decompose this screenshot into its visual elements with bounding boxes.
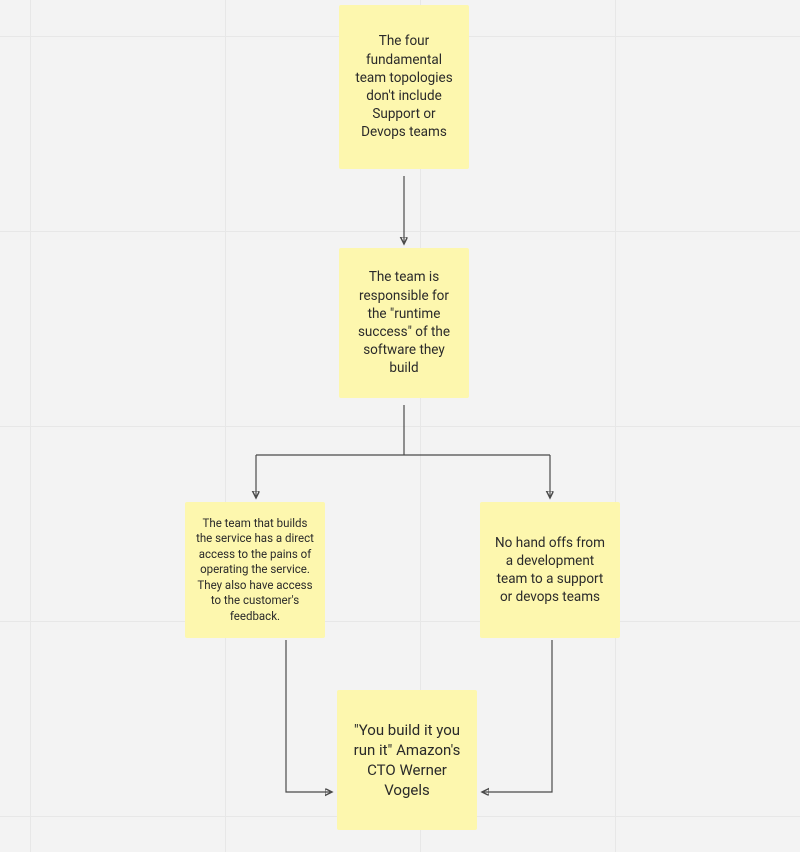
note-text: The four fundamental team topologies don… [349,32,459,141]
connector-c-e [286,640,332,792]
note-text: The team that builds the service has a d… [195,516,315,625]
diagram-canvas[interactable]: The four fundamental team topologies don… [0,0,800,852]
connector-d-e [482,640,552,792]
sticky-note-no-handoffs[interactable]: No hand offs from a development team to … [480,502,620,638]
sticky-note-vogels-quote[interactable]: "You build it you run it" Amazon's CTO W… [337,690,477,830]
note-text: The team is responsible for the "runtime… [349,268,459,377]
note-text: No hand offs from a development team to … [490,534,610,607]
note-text: "You build it you run it" Amazon's CTO W… [347,720,467,801]
sticky-note-runtime-success[interactable]: The team is responsible for the "runtime… [339,248,469,398]
sticky-note-direct-access[interactable]: The team that builds the service has a d… [185,502,325,638]
sticky-note-topologies[interactable]: The four fundamental team topologies don… [339,5,469,169]
